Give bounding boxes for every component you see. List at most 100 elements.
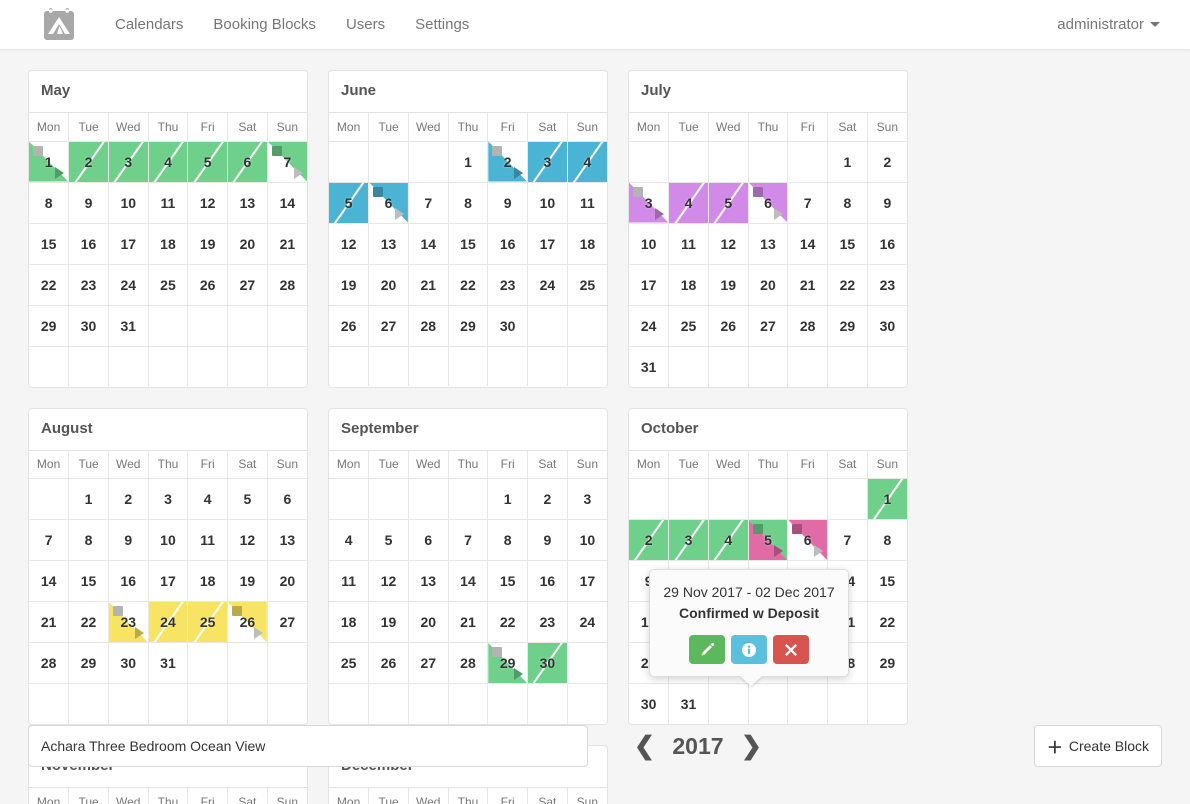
day-cell[interactable]: 28 <box>787 304 829 347</box>
day-cell[interactable]: 12 <box>707 222 749 265</box>
day-cell-booked[interactable]: 5 <box>747 519 789 561</box>
day-cell[interactable]: 28 <box>407 304 449 347</box>
day-cell[interactable]: 11 <box>329 560 370 602</box>
day-cell-booked[interactable]: 24 <box>147 601 189 643</box>
day-cell-booked[interactable]: 23 <box>107 601 149 643</box>
day-cell[interactable]: 14 <box>407 222 449 265</box>
day-cell[interactable]: 22 <box>866 601 907 643</box>
day-cell[interactable]: 12 <box>368 560 409 602</box>
day-cell[interactable]: 21 <box>407 263 449 306</box>
day-cell[interactable]: 14 <box>447 560 489 602</box>
day-cell[interactable]: 27 <box>266 601 307 643</box>
day-cell[interactable]: 17 <box>527 222 568 265</box>
day-cell[interactable]: 18 <box>187 560 229 602</box>
day-cell[interactable]: 29 <box>447 304 489 347</box>
day-cell[interactable]: 14 <box>29 560 70 602</box>
day-cell[interactable]: 30 <box>487 304 529 347</box>
day-cell[interactable]: 19 <box>368 601 409 643</box>
day-cell[interactable]: 31 <box>107 304 149 347</box>
day-cell[interactable]: 12 <box>187 181 229 224</box>
day-cell[interactable]: 22 <box>827 263 868 306</box>
nav-link-booking-blocks[interactable]: Booking Blocks <box>198 0 331 50</box>
nav-link-calendars[interactable]: Calendars <box>100 0 198 50</box>
day-cell[interactable]: 13 <box>747 222 789 265</box>
day-cell-booked[interactable]: 4 <box>668 181 709 224</box>
day-cell[interactable]: 4 <box>329 519 370 561</box>
day-cell[interactable]: 31 <box>629 345 670 387</box>
day-cell[interactable]: 11 <box>668 222 709 265</box>
day-cell[interactable]: 24 <box>527 263 568 306</box>
day-cell[interactable]: 15 <box>68 560 109 602</box>
day-cell-booked[interactable]: 4 <box>707 519 749 561</box>
day-cell[interactable]: 18 <box>147 222 189 265</box>
day-cell[interactable]: 28 <box>29 642 70 684</box>
day-cell[interactable]: 20 <box>407 601 449 643</box>
day-cell[interactable]: 19 <box>187 222 229 265</box>
day-cell[interactable]: 10 <box>527 181 568 224</box>
day-cell[interactable]: 14 <box>266 181 307 224</box>
day-cell[interactable]: 16 <box>527 560 568 602</box>
day-cell[interactable]: 10 <box>147 519 189 561</box>
property-select[interactable]: Achara Three Bedroom Ocean View <box>28 725 588 767</box>
day-cell[interactable]: 23 <box>866 263 907 306</box>
day-cell[interactable]: 15 <box>487 560 529 602</box>
next-year-button[interactable]: ❯ <box>741 733 762 759</box>
day-cell-booked[interactable]: 2 <box>487 140 529 183</box>
day-cell[interactable]: 17 <box>566 560 607 602</box>
day-cell[interactable]: 5 <box>368 519 409 561</box>
day-cell[interactable]: 8 <box>68 519 109 561</box>
nav-link-settings[interactable]: Settings <box>400 0 484 50</box>
day-cell[interactable]: 23 <box>68 263 109 306</box>
day-cell[interactable]: 12 <box>329 222 370 265</box>
day-cell-booked[interactable]: 25 <box>187 601 229 643</box>
day-cell[interactable]: 19 <box>329 263 370 306</box>
day-cell[interactable]: 13 <box>266 519 307 561</box>
day-cell[interactable]: 28 <box>447 642 489 684</box>
day-cell[interactable]: 8 <box>447 181 489 224</box>
day-cell[interactable]: 2 <box>866 140 907 183</box>
day-cell[interactable]: 5 <box>227 478 268 520</box>
day-cell[interactable]: 24 <box>566 601 607 643</box>
nav-link-users[interactable]: Users <box>331 0 400 50</box>
day-cell[interactable]: 21 <box>266 222 307 265</box>
day-cell[interactable]: 20 <box>227 222 268 265</box>
day-cell[interactable]: 12 <box>227 519 268 561</box>
day-cell[interactable]: 9 <box>527 519 568 561</box>
day-cell[interactable]: 1 <box>68 478 109 520</box>
day-cell[interactable]: 7 <box>787 181 829 224</box>
day-cell[interactable]: 4 <box>187 478 229 520</box>
day-cell[interactable]: 22 <box>29 263 70 306</box>
create-block-button[interactable]: ＋ Create Block <box>1033 725 1162 767</box>
day-cell-booked[interactable]: 2 <box>68 140 109 183</box>
day-cell[interactable]: 16 <box>487 222 529 265</box>
day-cell[interactable]: 11 <box>187 519 229 561</box>
day-cell[interactable]: 31 <box>668 683 709 724</box>
day-cell[interactable]: 13 <box>407 560 449 602</box>
edit-booking-button[interactable] <box>689 635 725 664</box>
day-cell[interactable]: 6 <box>407 519 449 561</box>
day-cell[interactable]: 8 <box>866 519 907 561</box>
brand-logo[interactable] <box>40 6 78 44</box>
day-cell[interactable]: 9 <box>68 181 109 224</box>
day-cell-booked[interactable]: 1 <box>866 478 907 520</box>
day-cell[interactable]: 19 <box>707 263 749 306</box>
day-cell[interactable]: 30 <box>107 642 149 684</box>
booking-info-button[interactable] <box>731 635 767 664</box>
day-cell[interactable]: 29 <box>866 642 907 684</box>
day-cell[interactable]: 27 <box>407 642 449 684</box>
day-cell[interactable]: 24 <box>629 304 670 347</box>
day-cell[interactable]: 30 <box>629 683 670 724</box>
day-cell-booked[interactable]: 7 <box>266 140 307 183</box>
day-cell[interactable]: 23 <box>527 601 568 643</box>
day-cell[interactable]: 19 <box>227 560 268 602</box>
day-cell-booked[interactable]: 6 <box>747 181 789 224</box>
day-cell-booked[interactable]: 29 <box>487 642 529 684</box>
day-cell[interactable]: 17 <box>147 560 189 602</box>
day-cell[interactable]: 27 <box>227 263 268 306</box>
day-cell[interactable]: 7 <box>407 181 449 224</box>
day-cell[interactable]: 28 <box>266 263 307 306</box>
day-cell[interactable]: 11 <box>566 181 607 224</box>
day-cell[interactable]: 24 <box>107 263 149 306</box>
day-cell-booked[interactable]: 3 <box>629 181 670 224</box>
day-cell[interactable]: 21 <box>29 601 70 643</box>
